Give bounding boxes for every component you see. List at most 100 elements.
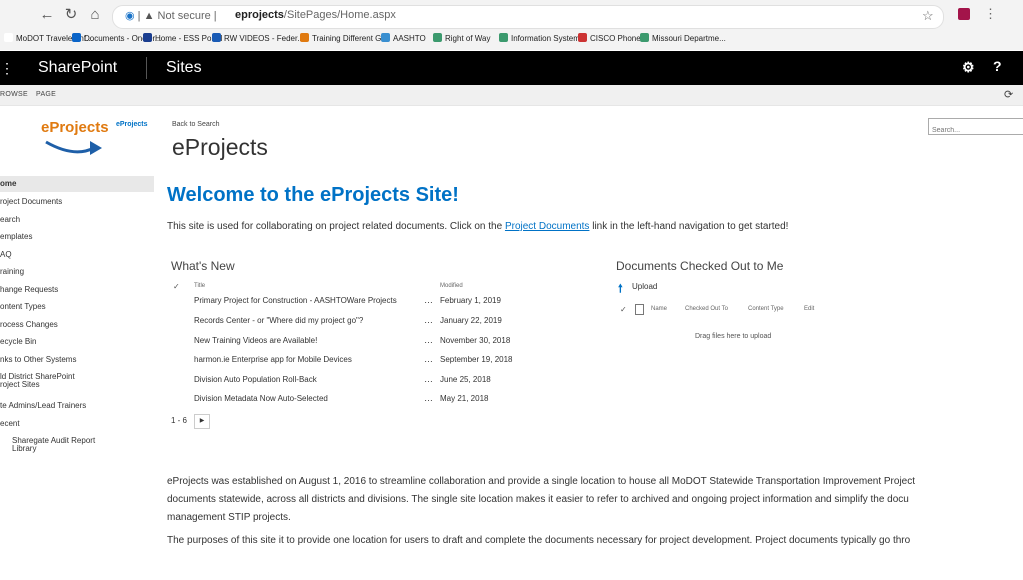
upload-button[interactable]: Upload — [632, 282, 657, 291]
edge-icon: ◉ — [125, 10, 135, 22]
nav-item[interactable]: Library — [0, 444, 154, 457]
item-menu-ellipsis-icon[interactable]: … — [424, 354, 434, 364]
extension-icon[interactable] — [958, 8, 970, 20]
item-title-link[interactable]: Records Center - or "Where did my projec… — [194, 316, 363, 325]
ribbon: ROWSE PAGE ⟳ — [0, 85, 1023, 106]
back-icon[interactable]: ← — [38, 6, 56, 24]
bookmark-item[interactable]: Home - ESS Portal — [143, 33, 223, 43]
sync-icon[interactable]: ⟳ — [1004, 88, 1013, 101]
tab-page[interactable]: PAGE — [36, 91, 56, 98]
item-title-link[interactable]: Division Auto Population Roll-Back — [194, 375, 317, 384]
next-page-button[interactable]: ▶ — [194, 414, 210, 429]
list-item[interactable]: harmon.ie Enterprise app for Mobile Devi… — [0, 354, 520, 375]
not-secure-indicator[interactable]: ◉ | ▲ Not secure | — [125, 9, 217, 22]
item-menu-ellipsis-icon[interactable]: … — [424, 335, 434, 345]
bookmark-favicon-icon — [499, 33, 508, 42]
bookmark-item[interactable]: RW VIDEOS - Feder... — [212, 33, 304, 43]
column-header-modified[interactable]: Modified — [440, 283, 463, 289]
nav-item[interactable]: AQ — [0, 247, 154, 263]
description-line-2: documents statewide, across all district… — [167, 494, 909, 505]
project-documents-link[interactable]: Project Documents — [505, 221, 589, 232]
select-all-checkmark-icon[interactable]: ✓ — [173, 282, 180, 291]
bookmark-item[interactable]: Information System... — [499, 33, 587, 43]
bookmark-label: AASHTO — [393, 34, 426, 43]
select-all-checkmark-icon[interactable]: ✓ — [620, 305, 627, 314]
bookmark-item[interactable]: AASHTO — [381, 33, 426, 43]
nav-item[interactable]: ecent — [0, 416, 154, 432]
page-title[interactable]: eProjects — [172, 134, 268, 161]
nav-item-label: emplates — [0, 232, 33, 241]
bookmark-item[interactable]: Training Different G... — [300, 33, 388, 43]
column-header-edit[interactable]: Edit — [804, 306, 814, 312]
column-header-name[interactable]: Name — [651, 306, 667, 312]
site-logo-text[interactable]: eProjects — [41, 119, 109, 136]
list-item[interactable]: Primary Project for Construction - AASHT… — [0, 295, 520, 316]
tab-browse[interactable]: ROWSE — [0, 91, 28, 98]
search-input[interactable] — [929, 124, 1020, 137]
nav-item[interactable]: earch — [0, 212, 154, 228]
bookmark-label: Training Different G... — [312, 34, 389, 43]
nav-item-label: AQ — [0, 250, 12, 259]
home-icon[interactable]: ⌂ — [86, 6, 104, 24]
item-menu-ellipsis-icon[interactable]: … — [424, 393, 434, 403]
address-bar[interactable]: ◉ | ▲ Not secure | eprojects/SitePages/H… — [112, 5, 944, 29]
nav-item[interactable]: raining — [0, 264, 154, 280]
app-launcher-icon[interactable]: ⋮ — [0, 60, 14, 76]
gear-icon[interactable]: ⚙ — [962, 59, 975, 76]
bookmark-item[interactable]: CISCO Phone — [578, 33, 641, 43]
item-title-link[interactable]: harmon.ie Enterprise app for Mobile Devi… — [194, 355, 352, 364]
bookmark-label: Missouri Departme... — [652, 34, 726, 43]
breadcrumb-back-to-search[interactable]: Back to Search — [172, 121, 219, 128]
url-host: eprojects — [235, 9, 284, 21]
nav-item[interactable]: emplates — [0, 229, 154, 245]
url-text[interactable]: eprojects/SitePages/Home.aspx — [235, 9, 396, 21]
upload-icon[interactable]: 🠕 — [618, 280, 623, 299]
bookmark-favicon-icon — [640, 33, 649, 42]
item-menu-ellipsis-icon[interactable]: … — [424, 295, 434, 305]
nav-item-label: raining — [0, 267, 25, 276]
refresh-icon[interactable]: ↻ — [62, 6, 80, 24]
column-header-checked-out-to[interactable]: Checked Out To — [685, 306, 728, 312]
menu-icon[interactable]: ⋮ — [984, 6, 997, 22]
item-modified-date: May 21, 2018 — [440, 394, 489, 403]
search-box[interactable] — [928, 118, 1023, 137]
bookmark-favicon-icon — [72, 33, 81, 42]
bookmark-item[interactable]: Right of Way — [433, 33, 491, 43]
column-header-title[interactable]: Title — [194, 283, 205, 289]
sites-link[interactable]: Sites — [166, 59, 202, 77]
url-path: /SitePages/Home.aspx — [283, 9, 396, 21]
description-line-4: The purposes of this site it to provide … — [167, 535, 911, 546]
item-title-link[interactable]: New Training Videos are Available! — [194, 336, 317, 345]
bookmark-favicon-icon — [381, 33, 390, 42]
list-item[interactable]: New Training Videos are Available! … Novem… — [0, 335, 520, 356]
bookmark-item[interactable]: Missouri Departme... — [640, 33, 726, 43]
address-row: ← ↻ ⌂ ◉ | ▲ Not secure | eprojects/SiteP… — [0, 0, 1023, 30]
nav-item-label: ome — [0, 179, 17, 188]
nav-item-label: earch — [0, 215, 21, 224]
nav-item[interactable]: roject Documents — [0, 194, 154, 210]
sharepoint-brand[interactable]: SharePoint — [38, 59, 117, 77]
item-menu-ellipsis-icon[interactable]: … — [424, 374, 434, 384]
suite-bar: ⋮ SharePoint Sites ⚙ ? — [0, 51, 1023, 85]
pager-range: 1 - 6 — [171, 416, 188, 425]
bookmarks-bar: MoDOT Traveler Inf... Documents - OneDr..… — [0, 30, 1023, 50]
favorite-star-icon[interactable]: ☆ — [922, 8, 934, 24]
breadcrumb-site[interactable]: eProjects — [116, 121, 148, 128]
item-title-link[interactable]: Primary Project for Construction - AASHT… — [194, 296, 397, 305]
column-header-content-type[interactable]: Content Type — [748, 306, 784, 312]
item-title-link[interactable]: Division Metadata Now Auto-Selected — [194, 394, 328, 403]
nav-item[interactable]: ome — [0, 176, 154, 192]
welcome-heading: Welcome to the eProjects Site! — [167, 184, 459, 206]
item-menu-ellipsis-icon[interactable]: … — [424, 315, 434, 325]
bookmark-label: CISCO Phone — [590, 34, 641, 43]
bookmark-label: RW VIDEOS - Feder... — [224, 34, 304, 43]
bookmark-favicon-icon — [212, 33, 221, 42]
help-icon[interactable]: ? — [993, 58, 1002, 74]
bookmark-label: Right of Way — [445, 34, 491, 43]
list-item[interactable]: Records Center - or "Where did my projec… — [0, 315, 520, 336]
list-item[interactable]: Division Auto Population Roll-Back … June … — [0, 374, 520, 395]
bookmark-favicon-icon — [433, 33, 442, 42]
bookmark-favicon-icon — [143, 33, 152, 42]
item-modified-date: November 30, 2018 — [440, 336, 511, 345]
list-item[interactable]: Division Metadata Now Auto-Selected … May … — [0, 393, 520, 414]
